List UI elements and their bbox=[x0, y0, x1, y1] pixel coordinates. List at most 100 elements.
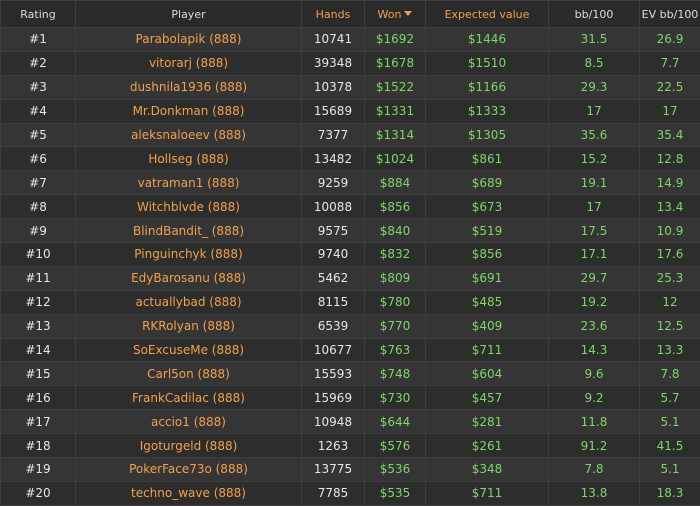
rank-cell: #1 bbox=[0, 27, 76, 52]
expected-value-cell: $281 bbox=[425, 409, 549, 435]
ev-bb100-cell: 13.4 bbox=[639, 194, 700, 220]
player-name-link[interactable]: vatraman1 (888) bbox=[75, 170, 302, 196]
hands-cell: 9740 bbox=[301, 242, 365, 267]
hands-cell: 6539 bbox=[301, 313, 365, 339]
player-name-link[interactable]: actuallybad (888) bbox=[75, 289, 302, 315]
player-name-link[interactable]: EdyBarosanu (888) bbox=[75, 265, 302, 291]
player-name-link[interactable]: PokerFace73o (888) bbox=[75, 457, 302, 482]
hands-cell: 5462 bbox=[301, 265, 365, 291]
hands-column-header[interactable]: Hands bbox=[301, 0, 365, 28]
ev-bb100-column-header[interactable]: EV bb/100 bbox=[639, 0, 700, 28]
bb100-cell: 29.7 bbox=[548, 265, 640, 291]
expected-value-cell: $409 bbox=[425, 313, 549, 339]
player-name-link[interactable]: aleksnaloeev (888) bbox=[75, 122, 302, 148]
expected-value-cell: $673 bbox=[425, 194, 549, 220]
player-name-link[interactable]: vitorarj (888) bbox=[75, 50, 302, 76]
player-name-link[interactable]: dushnila1936 (888) bbox=[75, 74, 302, 100]
hands-cell: 7785 bbox=[301, 480, 365, 506]
player-name-link[interactable]: Hollseg (888) bbox=[75, 146, 302, 172]
rank-cell: #17 bbox=[0, 409, 76, 435]
bb100-cell: 9.2 bbox=[548, 385, 640, 411]
won-cell: $1331 bbox=[364, 98, 426, 124]
rank-cell: #3 bbox=[0, 74, 76, 100]
table-row: #10 Pinguinchyk (888) 9740 $832 $856 17.1 17.6 bbox=[0, 242, 700, 267]
player-name-link[interactable]: FrankCadilac (888) bbox=[75, 385, 302, 411]
player-column-header[interactable]: Player bbox=[75, 0, 302, 28]
table-row: #14 SoExcuseMe (888) 10677 $763 $711 14.3 13.3 bbox=[0, 337, 700, 363]
player-name-link[interactable]: BlindBandit_ (888) bbox=[75, 218, 302, 244]
table-row: #5 aleksnaloeev (888) 7377 $1314 $1305 35.6 35… bbox=[0, 122, 700, 148]
hands-cell: 10088 bbox=[301, 194, 365, 220]
player-name-link[interactable]: Mr.Donkman (888) bbox=[75, 98, 302, 124]
table-row: #15 Carl5on (888) 15593 $748 $604 9.6 7.8 bbox=[0, 361, 700, 387]
player-name-link[interactable]: Parabolapik (888) bbox=[75, 27, 302, 52]
expected-value-cell: $1510 bbox=[425, 50, 549, 76]
bb100-cell: 11.8 bbox=[548, 409, 640, 435]
expected-value-cell: $711 bbox=[425, 337, 549, 363]
player-name-link[interactable]: techno_wave (888) bbox=[75, 480, 302, 506]
bb100-cell: 17 bbox=[548, 98, 640, 124]
expected-value-column-header[interactable]: Expected value bbox=[425, 0, 549, 28]
hands-cell: 13775 bbox=[301, 457, 365, 482]
won-cell: $1678 bbox=[364, 50, 426, 76]
bb100-cell: 19.2 bbox=[548, 289, 640, 315]
rating-column-header[interactable]: Rating bbox=[0, 0, 76, 28]
sort-descending-arrow-icon bbox=[404, 11, 413, 16]
expected-value-cell: $1446 bbox=[425, 27, 549, 52]
won-cell: $770 bbox=[364, 313, 426, 339]
player-name-link[interactable]: Igoturgeld (888) bbox=[75, 433, 302, 459]
ev-bb100-cell: 12.5 bbox=[639, 313, 700, 339]
won-cell: $763 bbox=[364, 337, 426, 363]
hands-cell: 10741 bbox=[301, 27, 365, 52]
expected-value-cell: $861 bbox=[425, 146, 549, 172]
player-name-link[interactable]: accio1 (888) bbox=[75, 409, 302, 435]
won-cell: $780 bbox=[364, 289, 426, 315]
won-cell: $1692 bbox=[364, 27, 426, 52]
expected-value-cell: $348 bbox=[425, 457, 549, 482]
hands-cell: 8115 bbox=[301, 289, 365, 315]
table-row: #12 actuallybad (888) 8115 $780 $485 19.2 12 bbox=[0, 289, 700, 315]
ev-bb100-cell: 5.1 bbox=[639, 409, 700, 435]
bb100-cell: 17.5 bbox=[548, 218, 640, 244]
bb100-column-header[interactable]: bb/100 bbox=[548, 0, 640, 28]
table-row: #17 accio1 (888) 10948 $644 $281 11.8 5.1 bbox=[0, 409, 700, 435]
table-row: #4 Mr.Donkman (888) 15689 $1331 $1333 17 17 bbox=[0, 98, 700, 124]
expected-value-cell: $711 bbox=[425, 480, 549, 506]
ev-bb100-cell: 17.6 bbox=[639, 242, 700, 267]
table-row: #13 RKRolyan (888) 6539 $770 $409 23.6 12.5 bbox=[0, 313, 700, 339]
bb100-cell: 91.2 bbox=[548, 433, 640, 459]
bb100-cell: 17 bbox=[548, 194, 640, 220]
won-cell: $1314 bbox=[364, 122, 426, 148]
won-cell: $840 bbox=[364, 218, 426, 244]
bb100-cell: 8.5 bbox=[548, 50, 640, 76]
bb100-cell: 14.3 bbox=[548, 337, 640, 363]
player-name-link[interactable]: Carl5on (888) bbox=[75, 361, 302, 387]
rank-cell: #2 bbox=[0, 50, 76, 76]
table-header-row: Rating Player Hands Won Expected value b… bbox=[0, 0, 700, 28]
ev-bb100-cell: 35.4 bbox=[639, 122, 700, 148]
ev-bb100-cell: 12.8 bbox=[639, 146, 700, 172]
ev-bb100-cell: 18.3 bbox=[639, 480, 700, 506]
rank-cell: #15 bbox=[0, 361, 76, 387]
bb100-cell: 31.5 bbox=[548, 27, 640, 52]
player-name-link[interactable]: SoExcuseMe (888) bbox=[75, 337, 302, 363]
ev-bb100-cell: 5.7 bbox=[639, 385, 700, 411]
won-column-header[interactable]: Won bbox=[364, 0, 426, 28]
bb100-cell: 19.1 bbox=[548, 170, 640, 196]
expected-value-cell: $1166 bbox=[425, 74, 549, 100]
ev-bb100-cell: 7.7 bbox=[639, 50, 700, 76]
rank-cell: #14 bbox=[0, 337, 76, 363]
table-row: #2 vitorarj (888) 39348 $1678 $1510 8.5 7.7 bbox=[0, 50, 700, 76]
bb100-cell: 13.8 bbox=[548, 480, 640, 506]
ev-bb100-cell: 41.5 bbox=[639, 433, 700, 459]
rank-cell: #4 bbox=[0, 98, 76, 124]
player-name-link[interactable]: RKRolyan (888) bbox=[75, 313, 302, 339]
rank-cell: #11 bbox=[0, 265, 76, 291]
rank-cell: #5 bbox=[0, 122, 76, 148]
won-cell: $644 bbox=[364, 409, 426, 435]
won-cell: $856 bbox=[364, 194, 426, 220]
ev-bb100-cell: 13.3 bbox=[639, 337, 700, 363]
player-name-link[interactable]: Pinguinchyk (888) bbox=[75, 242, 302, 267]
player-name-link[interactable]: Witchblvde (888) bbox=[75, 194, 302, 220]
table-row: #18 Igoturgeld (888) 1263 $576 $261 91.2 41.5 bbox=[0, 433, 700, 459]
